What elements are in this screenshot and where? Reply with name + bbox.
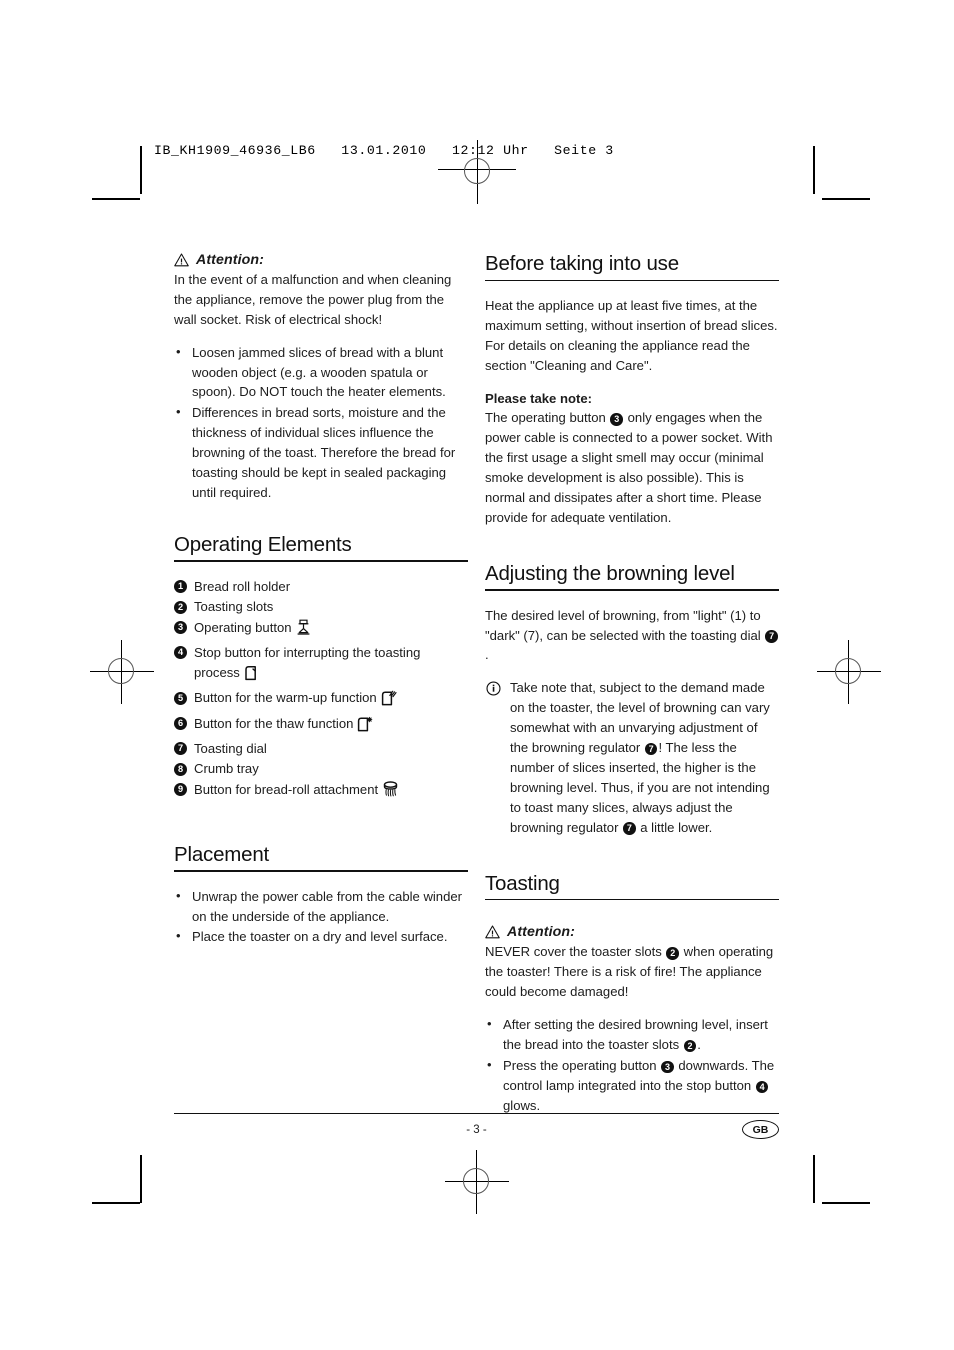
item-number-badge: 9 (174, 783, 187, 797)
warning-triangle-icon (174, 253, 189, 267)
bullet-text-part-1: After setting the desired browning level… (503, 1017, 768, 1053)
reference-badge: 4 (755, 1080, 769, 1093)
section-divider (485, 899, 779, 901)
page-content: Attention: In the event of a malfunction… (0, 0, 954, 1350)
item-number-badge: 8 (174, 762, 187, 776)
placement-section: Placement Unwrap the power cable from th… (174, 843, 468, 948)
left-column: Attention: In the event of a malfunction… (174, 252, 468, 973)
reference-badge: 7 (765, 630, 778, 643)
attention-bullet-list: Loosen jammed slices of bread with a blu… (174, 342, 468, 503)
note-text-part-1: The operating button (485, 410, 606, 426)
item-label: Toasting dial (194, 740, 267, 756)
please-take-note-heading: Please take note: (485, 390, 592, 406)
reference-badge: 7 (644, 742, 658, 756)
section-title: Operating Elements (174, 532, 352, 556)
attention-body: In the event of a malfunction and when c… (174, 272, 452, 327)
language-badge: GB (742, 1120, 779, 1139)
reference-badge: 2 (666, 947, 679, 960)
operating-elements-section: Operating Elements 1 Bread roll holder 2… (174, 533, 468, 807)
item-number-badge: 2 (174, 600, 187, 614)
list-item: 7 Toasting dial (174, 739, 468, 759)
toasting-attention-body: NEVER cover the toaster slots 2 when ope… (485, 942, 779, 1002)
reference-badge: 2 (683, 1039, 697, 1053)
list-item: 1 Bread roll holder (174, 577, 468, 597)
item-label: Crumb tray (194, 761, 259, 777)
bullet-text-part-3: glows. (503, 1097, 541, 1113)
section-title: Placement (174, 842, 270, 866)
list-item: Press the operating button 3 downwards. … (485, 1055, 779, 1116)
bread-roll-rack-icon (381, 780, 400, 807)
attention-heading: Attention: (174, 252, 468, 268)
list-item: After setting the desired browning level… (485, 1014, 779, 1055)
list-item: Differences in bread sorts, moisture and… (174, 402, 468, 502)
reference-badge: 7 (623, 822, 636, 835)
item-label: Stop button for interrupting the toastin… (194, 644, 421, 680)
toasting-bullet-list: After setting the desired browning level… (485, 1014, 779, 1116)
list-item: Unwrap the power cable from the cable wi… (174, 886, 468, 927)
toasting-section: Toasting Attention: NEVER cover the toas… (485, 872, 779, 1116)
right-column: Before taking into use Heat the applianc… (485, 252, 779, 1142)
attention-text-part-1: NEVER cover the toaster slots (485, 944, 662, 960)
list-item: 3 Operating button (174, 618, 468, 643)
section-divider (174, 560, 468, 562)
section-title: Toasting (485, 871, 560, 895)
operating-elements-list: 1 Bread roll holder 2 Toasting slots 3 O… (174, 577, 468, 807)
footer-divider (174, 1113, 779, 1115)
section-divider (485, 279, 779, 281)
attention-label: Attention: (196, 252, 264, 268)
item-label: Button for the thaw function (194, 715, 354, 731)
item-label: Operating button (194, 619, 292, 635)
intro-text-part-1: The desired level of browning, from "lig… (485, 607, 761, 643)
before-use-body: Heat the appliance up at least five time… (485, 297, 778, 373)
attention-block: Attention: In the event of a malfunction… (174, 252, 468, 503)
page-number: - 3 - (466, 1124, 487, 1136)
browning-note-text: Take note that, subject to the demand ma… (510, 678, 779, 837)
item-label: Bread roll holder (194, 578, 291, 594)
bread-slice-thaw-icon (356, 716, 374, 739)
item-number-badge: 1 (174, 580, 187, 594)
item-number-badge: 4 (174, 646, 187, 660)
bread-slice-warmup-icon (380, 690, 398, 713)
item-number-badge: 3 (174, 621, 187, 635)
list-item: 6 Button for the thaw function (174, 714, 468, 739)
note-text-part-3: a little lower. (640, 819, 713, 835)
list-item: 2 Toasting slots (174, 597, 468, 617)
reference-badge: 3 (661, 1060, 674, 1074)
list-item: Place the toaster on a dry and level sur… (174, 926, 468, 947)
item-number-badge: 5 (174, 691, 187, 705)
warning-triangle-icon (485, 925, 500, 939)
section-divider (174, 870, 468, 872)
browning-intro: The desired level of browning, from "lig… (485, 606, 779, 666)
info-icon (486, 681, 501, 696)
list-item: 9 Button for bread-roll attachment (174, 780, 468, 807)
item-label: Button for the warm-up function (194, 690, 377, 706)
list-item: 5 Button for the warm-up function (174, 688, 468, 713)
section-divider (485, 589, 779, 591)
bullet-text-part-2: . (697, 1037, 701, 1053)
section-title: Adjusting the browning level (485, 561, 735, 585)
list-item: 8 Crumb tray (174, 759, 468, 779)
before-use-note: The operating button 3 only engages when… (485, 408, 779, 527)
item-label: Toasting slots (194, 599, 274, 615)
intro-text-part-2: . (485, 647, 489, 663)
note-text-part-2: only engages when the power cable is con… (485, 410, 773, 525)
item-label: Button for bread-roll attachment (194, 781, 379, 797)
bullet-text-part-1: Press the operating button (503, 1057, 657, 1073)
before-use-section: Before taking into use Heat the applianc… (485, 252, 779, 528)
browning-note-block: Take note that, subject to the demand ma… (485, 678, 779, 837)
section-title: Before taking into use (485, 252, 679, 275)
list-item: 4 Stop button for interrupting the toast… (174, 643, 468, 688)
attention-label: Attention: (507, 924, 575, 941)
reference-badge: 3 (610, 413, 623, 426)
list-item: Loosen jammed slices of bread with a blu… (174, 342, 468, 403)
placement-bullet-list: Unwrap the power cable from the cable wi… (174, 886, 468, 948)
item-number-badge: 7 (174, 742, 187, 756)
item-number-badge: 6 (174, 717, 187, 731)
browning-level-section: Adjusting the browning level The desired… (485, 562, 779, 838)
operating-lever-icon (295, 618, 312, 643)
bread-slice-icon (243, 665, 259, 688)
attention-heading: Attention: (485, 924, 779, 940)
